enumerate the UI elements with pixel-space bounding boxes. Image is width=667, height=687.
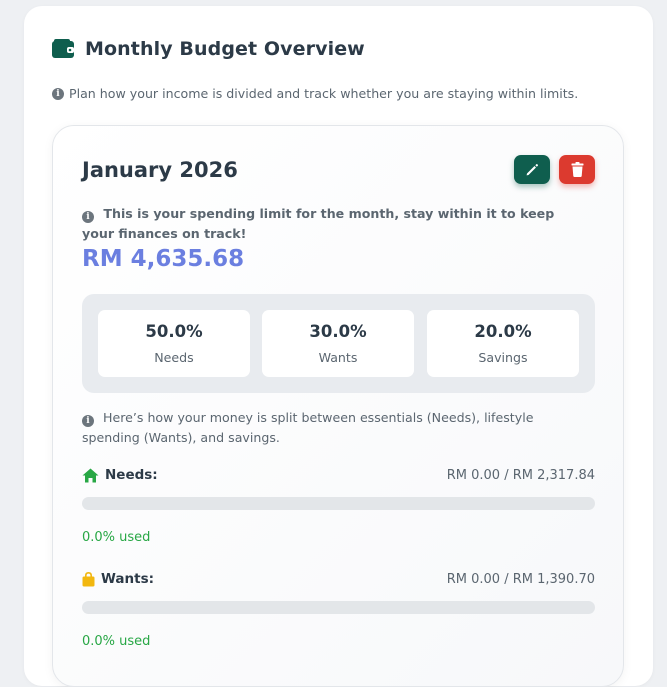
home-icon [82,468,99,482]
edit-button[interactable] [514,155,550,184]
info-icon: i [52,87,64,100]
category-name: Needs: [105,467,158,483]
split-label: Needs [154,350,194,365]
category-used: 0.0% used [82,634,151,649]
category-wants: Wants: RM 0.00 / RM 1,390.70 0.0% used [82,569,595,649]
shopping-bag-icon [82,571,95,586]
split-info-text: Here’s how your money is split between e… [82,410,534,445]
page-title: Monthly Budget Overview [85,38,365,60]
progress-bar [82,497,595,510]
budget-amount: RM 4,635.68 [82,246,245,272]
split-percent: 50.0% [145,322,203,341]
info-icon: i [82,211,94,223]
budget-card: January 2026 i This is your spending lim… [52,125,624,687]
limit-info: i This is your spending limit for the mo… [82,204,562,244]
category-amount: RM 0.00 / RM 2,317.84 [446,467,595,483]
category-needs: Needs: RM 0.00 / RM 2,317.84 0.0% used [82,465,595,545]
split-wants: 30.0% Wants [262,310,414,377]
category-used: 0.0% used [82,530,151,545]
trash-icon [571,162,583,177]
split-percent: 30.0% [309,322,367,341]
panel-header: Monthly Budget Overview [52,38,365,60]
header-info: i Plan how your income is divided and tr… [52,86,578,101]
delete-button[interactable] [559,155,595,184]
wallet-icon [52,39,74,58]
split-savings: 20.0% Savings [427,310,579,377]
split-label: Wants [318,350,358,365]
category-name: Wants: [101,571,155,587]
category-amount: RM 0.00 / RM 1,390.70 [446,571,595,587]
split-label: Savings [478,350,528,365]
budget-panel: Monthly Budget Overview i Plan how your … [24,6,653,687]
split-percent: 20.0% [474,322,532,341]
progress-bar [82,601,595,614]
split-info: i Here’s how your money is split between… [82,408,572,448]
budget-split: 50.0% Needs 30.0% Wants 20.0% Savings [82,294,595,393]
split-needs: 50.0% Needs [98,310,250,377]
header-info-text: Plan how your income is divided and trac… [69,86,579,101]
pencil-icon [526,163,538,175]
limit-info-text: This is your spending limit for the mont… [82,206,555,241]
info-icon: i [82,415,94,427]
month-title: January 2026 [82,158,238,182]
